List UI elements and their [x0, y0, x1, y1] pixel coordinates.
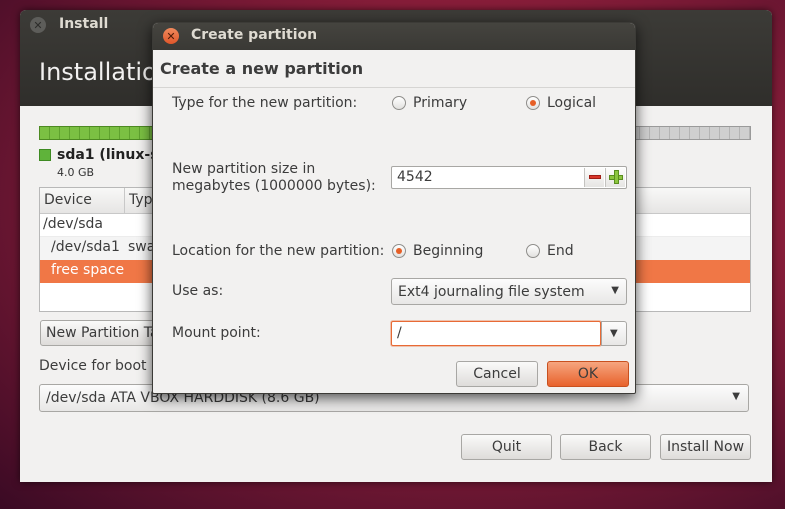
increase-size-button[interactable] [605, 168, 625, 187]
create-partition-dialog: ✕ Create partition Create a new partitio… [152, 22, 636, 394]
legend-partition-size: 4.0 GB [57, 166, 95, 179]
partition-size-label: New partition size in [172, 161, 316, 177]
decrease-size-button[interactable] [584, 168, 604, 187]
ok-button[interactable]: OK [547, 361, 629, 387]
partition-size-value: 4542 [397, 169, 433, 185]
chevron-down-icon: ▼ [732, 391, 740, 402]
dialog-heading: Create a new partition [160, 59, 364, 78]
radio-end-indicator[interactable] [526, 244, 540, 258]
mount-point-dropdown[interactable]: ▼ [601, 321, 627, 346]
partition-location-label: Location for the new partition: [172, 243, 385, 259]
partition-size-label-unit: megabytes (1000000 bytes): [172, 178, 376, 194]
dialog-title: Create partition [191, 27, 318, 43]
divider [153, 87, 635, 88]
mount-point-label: Mount point: [172, 325, 261, 341]
close-icon[interactable]: ✕ [163, 28, 179, 44]
close-icon[interactable]: ✕ [30, 17, 46, 33]
use-as-label: Use as: [172, 283, 224, 299]
legend-swatch [39, 149, 51, 161]
radio-logical[interactable]: Logical [526, 95, 596, 111]
radio-beginning[interactable]: Beginning [392, 243, 483, 259]
back-button[interactable]: Back [560, 434, 651, 460]
radio-beginning-indicator[interactable] [392, 244, 406, 258]
minus-icon [589, 175, 601, 179]
filesystem-value: Ext4 journaling file system [398, 284, 585, 300]
disk-usage-used [39, 126, 160, 140]
chevron-down-icon: ▼ [610, 328, 618, 339]
install-now-button[interactable]: Install Now [660, 434, 751, 460]
mount-point-value: / [397, 325, 402, 341]
radio-primary[interactable]: Primary [392, 95, 467, 111]
window-title: Install [59, 16, 109, 32]
filesystem-select[interactable]: Ext4 journaling file system ▼ [391, 278, 627, 305]
table-header-device[interactable]: Device [40, 188, 124, 214]
radio-end[interactable]: End [526, 243, 574, 259]
quit-button[interactable]: Quit [461, 434, 552, 460]
chevron-down-icon: ▼ [611, 285, 619, 296]
radio-primary-indicator[interactable] [392, 96, 406, 110]
mount-point-input[interactable]: / [391, 321, 601, 346]
plus-icon-vertical [614, 170, 619, 184]
partition-type-label: Type for the new partition: [172, 95, 358, 111]
partition-size-input[interactable]: 4542 [391, 166, 627, 189]
radio-logical-indicator[interactable] [526, 96, 540, 110]
cancel-button[interactable]: Cancel [456, 361, 538, 387]
